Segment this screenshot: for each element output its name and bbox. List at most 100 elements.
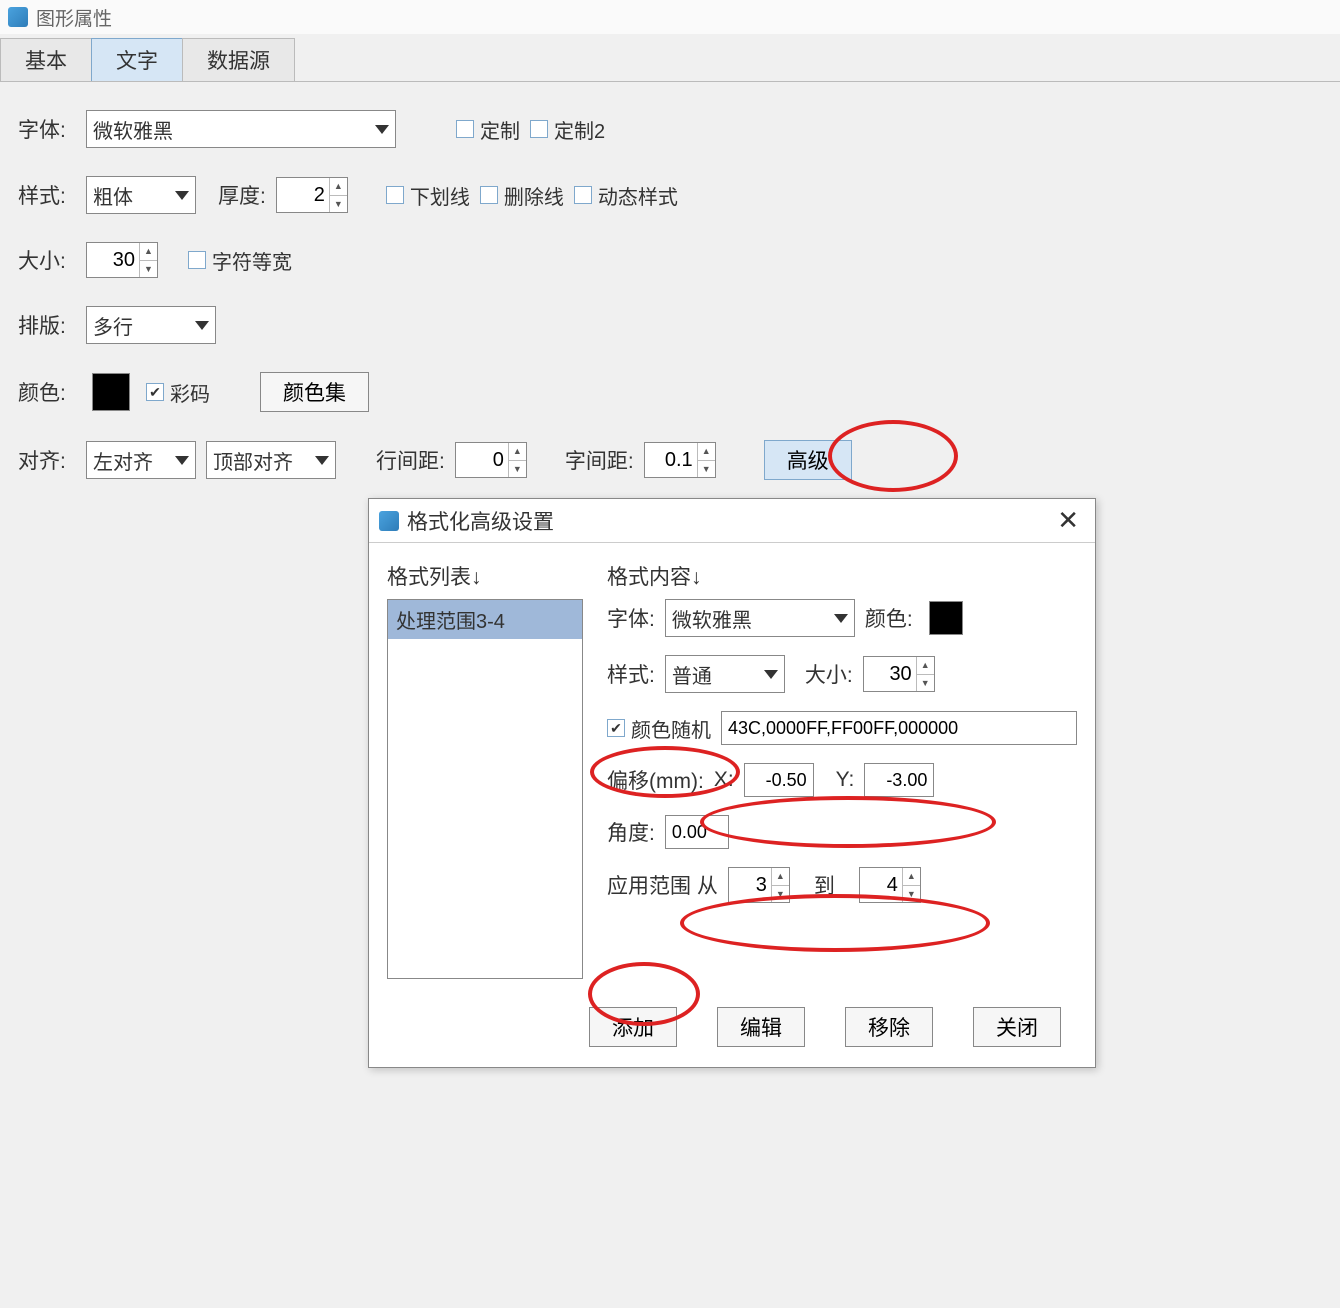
line-spacing-stepper[interactable]: ▲▼ bbox=[455, 442, 527, 478]
format-list[interactable]: 处理范围3-4 bbox=[387, 599, 583, 979]
thickness-stepper[interactable]: ▲▼ bbox=[276, 177, 348, 213]
chevron-down-icon bbox=[175, 456, 189, 465]
thickness-input[interactable] bbox=[277, 178, 329, 212]
align-v-select[interactable]: 顶部对齐 bbox=[206, 441, 336, 479]
size-stepper[interactable]: ▲▼ bbox=[86, 242, 158, 278]
checkbox-icon bbox=[530, 120, 548, 138]
range-label: 应用范围 从 bbox=[607, 870, 718, 900]
style-select[interactable]: 粗体 bbox=[86, 176, 196, 214]
spin-up-icon[interactable]: ▲ bbox=[903, 868, 920, 886]
spin-up-icon[interactable]: ▲ bbox=[509, 443, 526, 461]
window-title-bar: 图形属性 bbox=[0, 0, 1340, 34]
spin-down-icon[interactable]: ▼ bbox=[330, 196, 347, 213]
dialog-size-label: 大小: bbox=[805, 659, 853, 689]
dialog-size-input[interactable] bbox=[864, 657, 916, 691]
chevron-down-icon bbox=[315, 456, 329, 465]
chevron-down-icon bbox=[175, 191, 189, 200]
spin-down-icon[interactable]: ▼ bbox=[917, 675, 934, 692]
color-code-checkbox[interactable]: ✔ 彩码 bbox=[146, 378, 210, 407]
format-content-header: 格式内容↓ bbox=[607, 561, 1077, 591]
spin-down-icon[interactable]: ▼ bbox=[509, 461, 526, 478]
dialog-font-select[interactable]: 微软雅黑 bbox=[665, 599, 855, 637]
spin-up-icon[interactable]: ▲ bbox=[917, 657, 934, 675]
checkbox-icon: ✔ bbox=[607, 719, 625, 737]
mono-checkbox[interactable]: 字符等宽 bbox=[188, 246, 292, 275]
layout-label: 排版: bbox=[18, 310, 76, 340]
tab-datasource[interactable]: 数据源 bbox=[182, 38, 295, 81]
color-set-button[interactable]: 颜色集 bbox=[260, 372, 369, 412]
close-icon[interactable]: ✕ bbox=[1051, 505, 1085, 536]
y-label: Y: bbox=[836, 768, 855, 792]
spin-down-icon[interactable]: ▼ bbox=[698, 461, 715, 478]
chevron-down-icon bbox=[195, 321, 209, 330]
checkbox-icon bbox=[386, 186, 404, 204]
range-to-stepper[interactable]: ▲▼ bbox=[859, 867, 921, 903]
range-from-stepper[interactable]: ▲▼ bbox=[728, 867, 790, 903]
color-swatch[interactable] bbox=[92, 373, 130, 411]
spin-up-icon[interactable]: ▲ bbox=[698, 443, 715, 461]
window-title: 图形属性 bbox=[36, 4, 112, 31]
font-select-value: 微软雅黑 bbox=[93, 115, 173, 144]
spin-up-icon[interactable]: ▲ bbox=[140, 243, 157, 261]
close-button[interactable]: 关闭 bbox=[973, 1007, 1061, 1047]
align-h-select[interactable]: 左对齐 bbox=[86, 441, 196, 479]
offset-y-input[interactable] bbox=[864, 763, 934, 797]
char-spacing-input[interactable] bbox=[645, 443, 697, 477]
advanced-button[interactable]: 高级 bbox=[764, 440, 852, 480]
size-input[interactable] bbox=[87, 243, 139, 277]
dialog-style-select[interactable]: 普通 bbox=[665, 655, 785, 693]
list-item[interactable]: 处理范围3-4 bbox=[388, 600, 582, 639]
add-button[interactable]: 添加 bbox=[589, 1007, 677, 1047]
tab-text[interactable]: 文字 bbox=[91, 38, 183, 81]
angle-input[interactable] bbox=[665, 815, 729, 849]
dialog-title-bar: 格式化高级设置 ✕ bbox=[369, 499, 1095, 543]
offset-x-input[interactable] bbox=[744, 763, 814, 797]
dialog-style-label: 样式: bbox=[607, 659, 655, 689]
custom2-checkbox[interactable]: 定制2 bbox=[530, 115, 605, 144]
chevron-down-icon bbox=[764, 670, 778, 679]
chevron-down-icon bbox=[834, 614, 848, 623]
char-spacing-stepper[interactable]: ▲▼ bbox=[644, 442, 716, 478]
spin-up-icon[interactable]: ▲ bbox=[772, 868, 789, 886]
offset-label: 偏移(mm): bbox=[607, 765, 704, 795]
font-label: 字体: bbox=[18, 114, 76, 144]
app-icon bbox=[379, 511, 399, 531]
checkbox-icon: ✔ bbox=[146, 383, 164, 401]
layout-select[interactable]: 多行 bbox=[86, 306, 216, 344]
spin-down-icon[interactable]: ▼ bbox=[140, 261, 157, 278]
app-icon bbox=[8, 7, 28, 27]
dialog-color-label: 颜色: bbox=[865, 603, 913, 633]
spin-down-icon[interactable]: ▼ bbox=[903, 886, 920, 903]
line-spacing-input[interactable] bbox=[456, 443, 508, 477]
spin-up-icon[interactable]: ▲ bbox=[330, 178, 347, 196]
dialog-font-label: 字体: bbox=[607, 603, 655, 633]
custom1-checkbox[interactable]: 定制 bbox=[456, 115, 520, 144]
angle-label: 角度: bbox=[607, 817, 655, 847]
dynstyle-checkbox[interactable]: 动态样式 bbox=[574, 181, 678, 210]
checkbox-icon bbox=[188, 251, 206, 269]
form-area: 字体: 微软雅黑 定制 定制2 样式: 粗体 厚度: ▲▼ 下划线 bbox=[0, 82, 1340, 536]
range-from-input[interactable] bbox=[729, 868, 771, 902]
thickness-label: 厚度: bbox=[218, 180, 266, 210]
edit-button[interactable]: 编辑 bbox=[717, 1007, 805, 1047]
dialog-color-swatch[interactable] bbox=[929, 601, 963, 635]
range-to-label: 到 bbox=[814, 870, 835, 900]
checkbox-icon bbox=[574, 186, 592, 204]
spin-down-icon[interactable]: ▼ bbox=[772, 886, 789, 903]
checkbox-icon bbox=[480, 186, 498, 204]
underline-checkbox[interactable]: 下划线 bbox=[386, 181, 470, 210]
font-select[interactable]: 微软雅黑 bbox=[86, 110, 396, 148]
remove-button[interactable]: 移除 bbox=[845, 1007, 933, 1047]
color-list-input[interactable] bbox=[721, 711, 1077, 745]
x-label: X: bbox=[714, 768, 734, 792]
strike-checkbox[interactable]: 删除线 bbox=[480, 181, 564, 210]
dialog-size-stepper[interactable]: ▲▼ bbox=[863, 656, 935, 692]
range-to-input[interactable] bbox=[860, 868, 902, 902]
random-color-checkbox[interactable]: ✔ 颜色随机 bbox=[607, 714, 711, 743]
align-label: 对齐: bbox=[18, 445, 76, 475]
checkbox-icon bbox=[456, 120, 474, 138]
size-label: 大小: bbox=[18, 245, 76, 275]
advanced-dialog: 格式化高级设置 ✕ 格式列表↓ 处理范围3-4 格式内容↓ 字体: 微软雅黑 颜… bbox=[368, 498, 1096, 1068]
tabs: 基本 文字 数据源 bbox=[0, 38, 1340, 82]
tab-basic[interactable]: 基本 bbox=[0, 38, 92, 81]
